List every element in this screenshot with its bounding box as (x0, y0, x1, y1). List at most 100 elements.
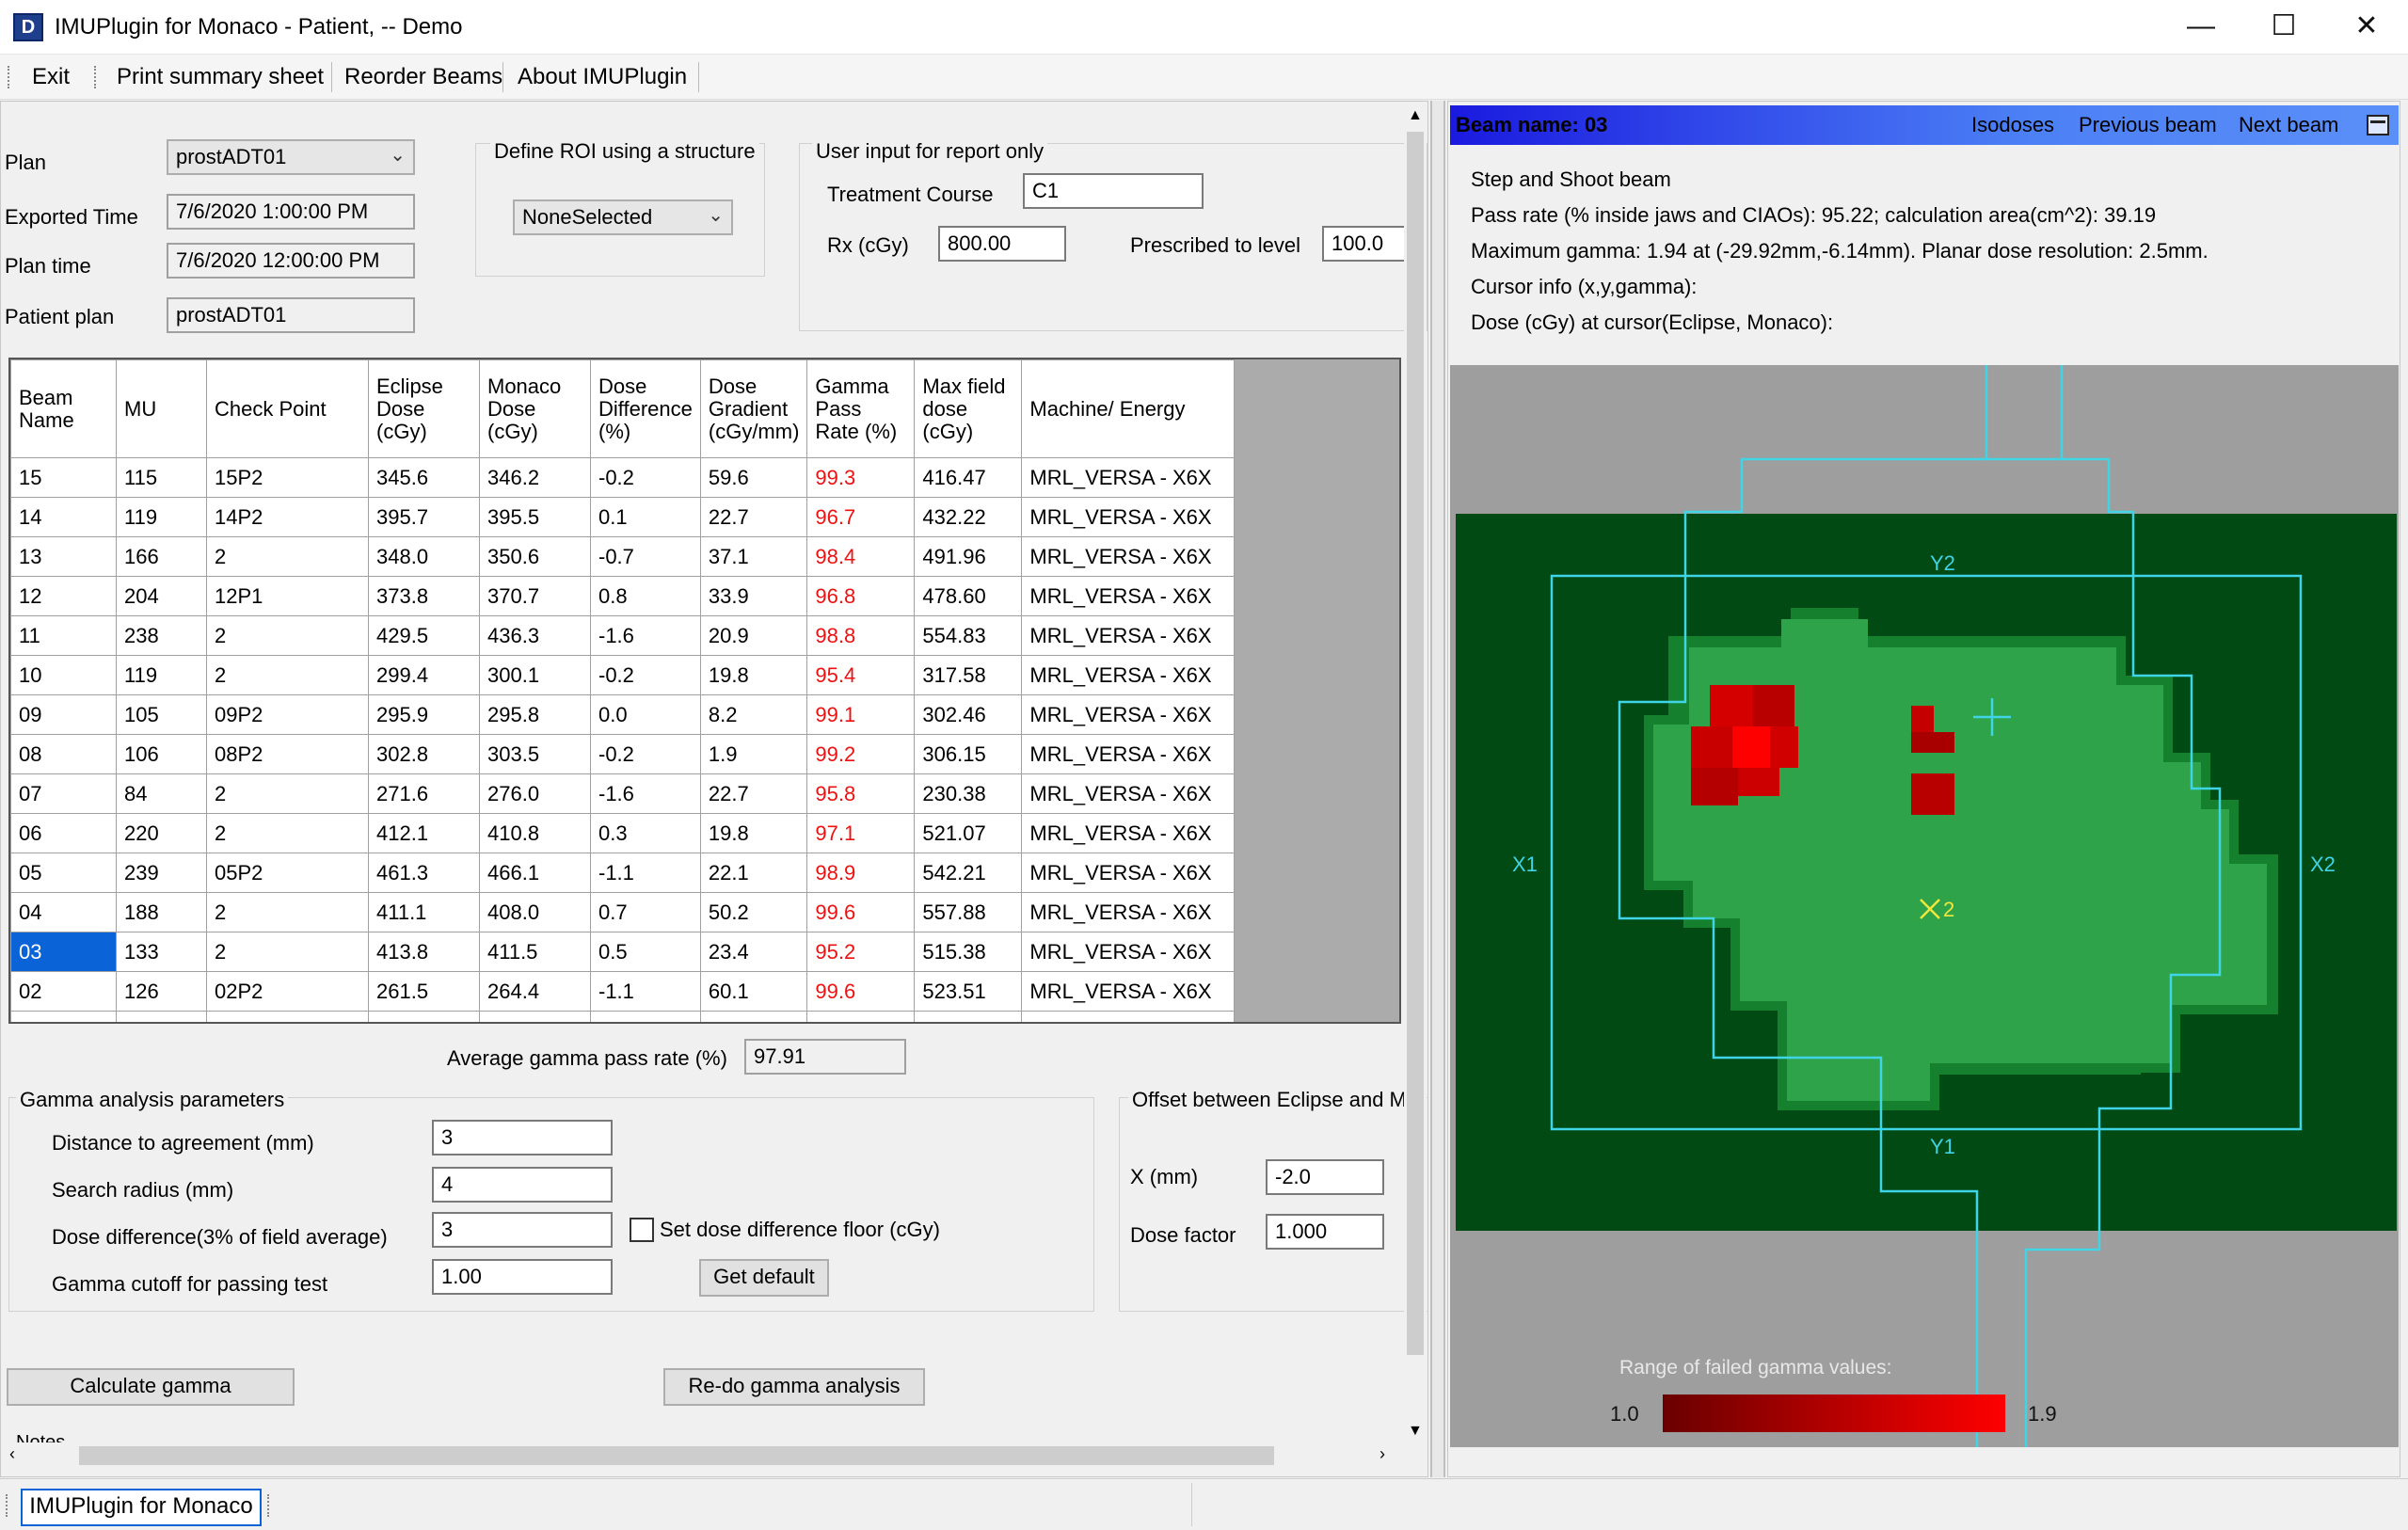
table-cell[interactable]: 95.2 (806, 932, 916, 972)
table-cell[interactable]: MRL_VERSA - X6X (1021, 971, 1236, 1012)
table-cell[interactable]: 02P2 (206, 971, 369, 1012)
table-cell[interactable]: -1.6 (590, 615, 701, 656)
column-header[interactable]: Dose Difference (%) (590, 359, 701, 458)
table-cell[interactable]: 345.6 (368, 457, 480, 498)
table-cell[interactable]: 37.1 (699, 536, 808, 577)
table-cell[interactable]: 411.5 (479, 932, 591, 972)
table-cell[interactable]: 0.3 (590, 813, 701, 853)
dta-input[interactable]: 3 (432, 1120, 613, 1155)
table-cell[interactable]: 19.8 (699, 813, 808, 853)
table-cell[interactable]: 0.1 (590, 497, 701, 537)
table-cell[interactable]: 0.8 (590, 576, 701, 616)
table-cell[interactable]: 166 (116, 536, 207, 577)
table-cell[interactable]: MRL_VERSA - X6X (1021, 892, 1236, 932)
table-cell[interactable]: 99.2 (806, 734, 916, 774)
table-cell[interactable]: 126 (116, 971, 207, 1012)
previous-beam-link[interactable]: Previous beam (2079, 113, 2217, 137)
table-cell[interactable]: -1.6 (590, 773, 701, 814)
table-cell[interactable]: 22.1 (699, 853, 808, 893)
plan-time-field[interactable]: 7/6/2020 12:00:00 PM (167, 243, 415, 279)
table-cell[interactable]: 302.8 (368, 734, 480, 774)
table-cell[interactable]: 05 (10, 853, 117, 893)
table-row[interactable]: 07 84 2 271.6 276.0 -1.6 22.7 95.8 230.38 MRL_VER… (10, 773, 1236, 814)
table-cell[interactable]: 2 (206, 615, 369, 656)
table-cell[interactable]: 01 (10, 1011, 117, 1022)
table-cell[interactable]: 408.0 (479, 892, 591, 932)
table-cell[interactable]: 13 (10, 536, 117, 577)
table-row[interactable]: 13 166 2 348.0 350.6 -0.7 37.1 98.4 491.96 MRL_VE… (10, 536, 1236, 577)
minimize-button[interactable]: — (2160, 0, 2242, 55)
table-cell[interactable]: 09P2 (206, 694, 369, 735)
table-cell[interactable]: 119 (116, 655, 207, 695)
roi-select[interactable]: NoneSelected ⌄ (513, 199, 733, 235)
table-cell[interactable]: 461.3 (368, 853, 480, 893)
table-cell[interactable]: MRL_VERSA - X6X (1021, 694, 1236, 735)
table-cell[interactable]: MRL_VERSA - X6X (1021, 497, 1236, 537)
table-cell[interactable]: 09 (10, 694, 117, 735)
table-cell[interactable]: 03 (10, 932, 117, 972)
table-cell[interactable]: 411.1 (368, 892, 480, 932)
table-cell[interactable]: 300.1 (479, 655, 591, 695)
table-cell[interactable]: 98.6 (806, 1011, 916, 1022)
table-cell[interactable]: 12 (10, 576, 117, 616)
menu-reorder-beams[interactable]: Reorder Beams (344, 64, 502, 90)
column-header[interactable]: Max field dose (cGy) (914, 359, 1023, 458)
table-cell[interactable]: 346.2 (479, 457, 591, 498)
table-cell[interactable]: 303.5 (479, 734, 591, 774)
table-cell[interactable]: 99.6 (806, 971, 916, 1012)
scroll-thumb[interactable] (1407, 132, 1424, 1355)
table-cell[interactable]: 38.1 (368, 1011, 480, 1022)
table-cell[interactable]: 15 (10, 457, 117, 498)
menu-exit[interactable]: Exit (32, 64, 70, 90)
table-cell[interactable]: 395.5 (479, 497, 591, 537)
table-row[interactable]: 10 119 2 299.4 300.1 -0.2 19.8 95.4 317.58 MRL_VE… (10, 655, 1236, 695)
table-cell[interactable]: 523.51 (914, 971, 1023, 1012)
table-cell[interactable]: MRL_VERSA - X6X (1021, 615, 1236, 656)
table-cell[interactable]: 239 (116, 853, 207, 893)
table-cell[interactable]: -1.1 (590, 971, 701, 1012)
table-cell[interactable]: 23.4 (699, 932, 808, 972)
scroll-up-icon[interactable]: ▲ (1408, 107, 1423, 124)
table-cell[interactable]: 06 (10, 813, 117, 853)
table-cell[interactable]: 95.4 (806, 655, 916, 695)
table-row[interactable]: 04 188 2 411.1 408.0 0.7 50.2 99.6 557.88 MRL_VER… (10, 892, 1236, 932)
table-cell[interactable]: 08P2 (206, 734, 369, 774)
table-cell[interactable]: 119 (116, 497, 207, 537)
column-header[interactable]: Eclipse Dose (cGy) (368, 359, 480, 458)
scroll-right-icon[interactable]: › (1379, 1444, 1385, 1464)
table-cell[interactable]: 413.8 (368, 932, 480, 972)
plan-select[interactable]: prostADT01 ⌄ (167, 139, 415, 175)
rx-input[interactable]: 800.00 (938, 226, 1066, 262)
get-default-button[interactable]: Get default (699, 1259, 829, 1297)
table-cell[interactable]: 50.2 (699, 892, 808, 932)
table-cell[interactable]: 96.7 (806, 497, 916, 537)
table-row[interactable]: 12 204 12P1 373.8 370.7 0.8 33.9 96.8 478.60 MRL_… (10, 576, 1236, 616)
table-cell[interactable]: 557.88 (914, 892, 1023, 932)
dose-factor-input[interactable]: 1.000 (1266, 1214, 1384, 1250)
table-cell[interactable]: 59.6 (699, 457, 808, 498)
table-cell[interactable]: 436.3 (479, 615, 591, 656)
table-cell[interactable]: 515.38 (914, 932, 1023, 972)
table-cell[interactable]: 373.8 (368, 576, 480, 616)
exported-time-field[interactable]: 7/6/2020 1:00:00 PM (167, 194, 415, 230)
table-row[interactable]: 05 239 05P2 461.3 466.1 -1.1 22.1 98.9 542.21 MRL… (10, 853, 1236, 893)
table-cell[interactable]: 97.1 (806, 813, 916, 853)
table-cell[interactable]: 98.9 (806, 853, 916, 893)
table-cell[interactable]: 0.7 (590, 892, 701, 932)
table-cell[interactable]: 188 (116, 892, 207, 932)
average-gamma-field[interactable]: 97.91 (744, 1039, 906, 1075)
close-button[interactable]: ✕ (2325, 0, 2408, 55)
gamma-cutoff-input[interactable]: 1.00 (432, 1259, 613, 1295)
table-cell[interactable]: 05P2 (206, 853, 369, 893)
dose-floor-checkbox[interactable] (630, 1218, 654, 1242)
menu-print-summary[interactable]: Print summary sheet (117, 64, 324, 90)
table-cell[interactable]: 412.1 (368, 813, 480, 853)
table-cell[interactable]: 295.9 (368, 694, 480, 735)
table-cell[interactable]: 478.60 (914, 576, 1023, 616)
table-cell[interactable]: MRL_VERSA - X6X (1021, 576, 1236, 616)
table-cell[interactable]: 271.6 (368, 773, 480, 814)
table-cell[interactable]: 8.2 (699, 694, 808, 735)
table-cell[interactable]: 295.8 (479, 694, 591, 735)
table-cell[interactable]: MRL_VERSA - X6X (1021, 536, 1236, 577)
table-cell[interactable]: 2 (206, 892, 369, 932)
